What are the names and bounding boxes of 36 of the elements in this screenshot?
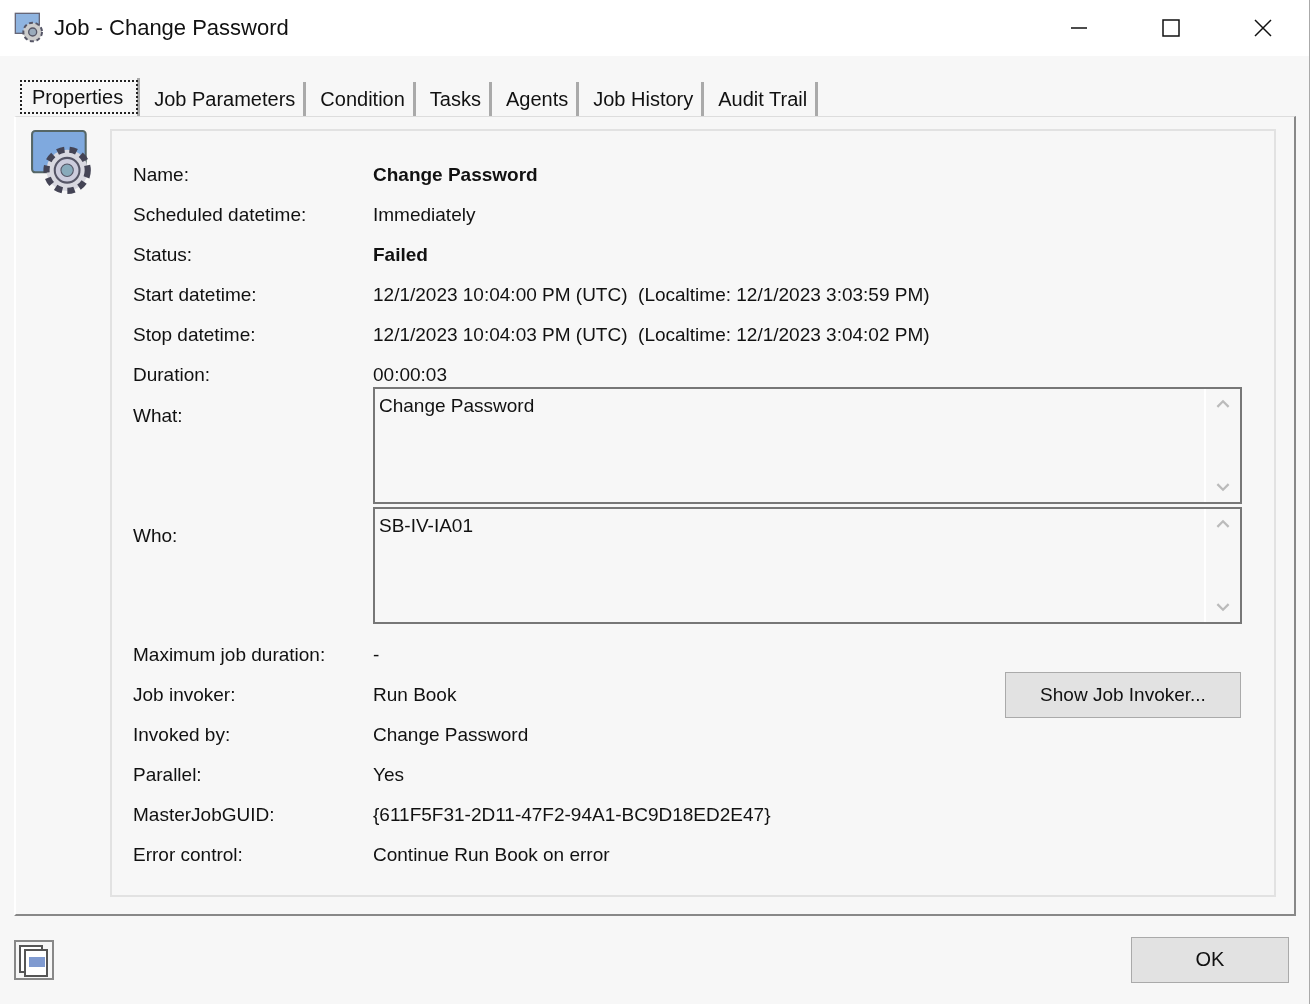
field-value: {611F5F31-2D11-47F2-94A1-BC9D18ED2E47} bbox=[373, 804, 771, 826]
show-job-invoker-button[interactable]: Show Job Invoker... bbox=[1005, 672, 1241, 718]
field-label: What: bbox=[133, 404, 184, 427]
field-label: Invoked by: bbox=[133, 724, 232, 746]
document-icon[interactable] bbox=[14, 939, 54, 980]
field-value: 12/1/2023 10:04:00 PM (UTC) (Localtime: 12/1/2023 3:03:59 PM) bbox=[373, 284, 930, 306]
close-icon[interactable] bbox=[1253, 18, 1273, 38]
field-label: Name: bbox=[133, 164, 190, 186]
field-label: Who: bbox=[133, 524, 179, 547]
field-label: Duration: bbox=[133, 364, 212, 386]
field-label: Maximum job duration: bbox=[133, 644, 327, 666]
text-area[interactable]: Change Password bbox=[373, 387, 1242, 504]
field-label: Job invoker: bbox=[133, 684, 237, 706]
field-value: Change Password bbox=[373, 724, 529, 746]
field-value: 12/1/2023 10:04:03 PM (UTC) (Localtime: 12/1/2023 3:04:02 PM) bbox=[373, 324, 930, 346]
field-label: Stop datetime: bbox=[133, 324, 257, 346]
field-value: Immediately bbox=[373, 204, 476, 226]
field-label: MasterJobGUID: bbox=[133, 804, 276, 826]
field-label: Start datetime: bbox=[133, 284, 258, 306]
field-value: Run Book bbox=[373, 684, 457, 706]
field-value: Yes bbox=[373, 764, 404, 786]
ok-button[interactable]: OK bbox=[1131, 936, 1289, 983]
field-value: Change Password bbox=[373, 164, 538, 186]
field-value: Continue Run Book on error bbox=[373, 844, 610, 866]
maximize-icon[interactable] bbox=[1161, 18, 1181, 38]
field-label: Parallel: bbox=[133, 764, 203, 786]
field-value: Failed bbox=[373, 244, 428, 266]
text-area[interactable]: SB-IV-IA01 bbox=[373, 507, 1242, 624]
tab[interactable]: Properties bbox=[18, 78, 141, 116]
field-value: - bbox=[373, 644, 380, 666]
window-title: Job - Change Password bbox=[54, 15, 289, 41]
gear-icon bbox=[14, 12, 46, 44]
field-label: Scheduled datetime: bbox=[133, 204, 308, 226]
field-label: Error control: bbox=[133, 844, 244, 866]
field-value: 00:00:03 bbox=[373, 364, 447, 386]
field-label: Status: bbox=[133, 244, 194, 266]
